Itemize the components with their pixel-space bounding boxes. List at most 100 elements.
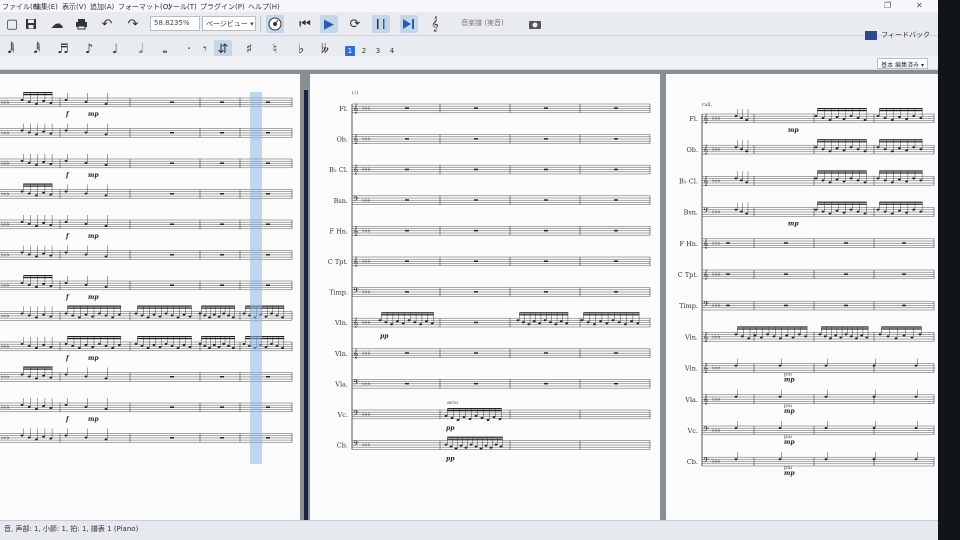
save-icon[interactable] bbox=[22, 15, 40, 33]
view-mode-select[interactable]: ページビュー ▾ bbox=[202, 16, 256, 31]
beam bbox=[67, 305, 122, 307]
dynamic-pp: pp bbox=[446, 425, 455, 432]
menu-view[interactable]: 表示(V) bbox=[62, 2, 86, 12]
notehead bbox=[593, 323, 596, 326]
whole-rest bbox=[544, 199, 548, 201]
notehead bbox=[824, 427, 828, 429]
notehead bbox=[734, 146, 738, 149]
play-icon[interactable]: ▶ bbox=[320, 15, 338, 33]
beam bbox=[447, 438, 503, 440]
whole-rest bbox=[220, 284, 224, 286]
notehead bbox=[469, 443, 473, 446]
beam bbox=[821, 328, 869, 330]
score-page-right[interactable]: rall. Fl. 𝄞 ♭♭♭ mp Ob. 𝄞 ♭♭♭ B♭ Cl. 𝄞 ♭♭♭ Bsn. 𝄢 ♭♭♭ m… bbox=[666, 74, 938, 520]
beam bbox=[881, 328, 922, 330]
loop-icon[interactable]: ⟳ bbox=[346, 15, 364, 33]
notehead bbox=[84, 131, 88, 134]
loop-in-icon[interactable] bbox=[372, 15, 390, 33]
notehead bbox=[828, 212, 832, 215]
notehead bbox=[35, 438, 38, 441]
score-canvas[interactable]: ♭♭♭ f mp ♭♭♭ ♭♭♭ f mp ♭♭♭ ♭♭♭ f mp ♭♭♭ ♭♭♭ f mp ♭♭♭ ♭♭♭ f… bbox=[0, 70, 938, 520]
key-signature: ♭♭♭ bbox=[1, 282, 10, 289]
instrument-label: F Hn. bbox=[330, 227, 349, 235]
menu-help[interactable]: ヘルプ(H) bbox=[248, 2, 280, 12]
notehead bbox=[844, 333, 848, 336]
notehead bbox=[444, 443, 448, 446]
notehead bbox=[905, 211, 908, 214]
notehead bbox=[468, 418, 472, 420]
dynamic-mp: mp bbox=[88, 416, 99, 423]
notehead bbox=[84, 344, 88, 346]
zoom-field[interactable]: 58.8235% bbox=[150, 16, 200, 31]
beam bbox=[879, 170, 923, 172]
notehead bbox=[480, 417, 484, 419]
voice-2-button[interactable]: 2 bbox=[359, 46, 369, 56]
notehead bbox=[745, 181, 749, 184]
score-page-middle[interactable]: (♩) Fl. 𝄞 ♭♭♭ Ob. 𝄞 ♭♭♭ B♭ Cl. 𝄞 ♭♭♭ Bsn. 𝄢 ♭♭♭ F Hn.… bbox=[310, 74, 660, 520]
concert-pitch-toggle[interactable]: 音楽譜 (実音) bbox=[458, 16, 518, 31]
camera-icon[interactable] bbox=[526, 15, 544, 33]
voice-1-button[interactable]: 1 bbox=[345, 46, 355, 56]
menu-format[interactable]: フォーマット(O) bbox=[118, 2, 171, 12]
beam bbox=[381, 314, 434, 316]
notehead bbox=[734, 208, 738, 211]
whole-rest bbox=[614, 168, 618, 171]
feedback-button[interactable]: フィードバック bbox=[865, 30, 930, 40]
notehead bbox=[745, 119, 749, 121]
whole-rest bbox=[170, 223, 174, 225]
loop-out-icon[interactable] bbox=[400, 15, 418, 33]
whole-rest bbox=[266, 101, 270, 103]
notehead bbox=[20, 190, 24, 193]
notehead bbox=[449, 445, 453, 448]
notehead bbox=[84, 375, 88, 378]
notehead bbox=[863, 150, 867, 153]
whole-rest bbox=[170, 132, 174, 134]
notehead bbox=[176, 347, 180, 349]
score-page-left[interactable]: ♭♭♭ f mp ♭♭♭ ♭♭♭ f mp ♭♭♭ ♭♭♭ f mp ♭♭♭ ♭♭♭ f mp ♭♭♭ ♭♭♭ f… bbox=[0, 74, 300, 520]
middle-page-score: (♩)Fl. 𝄞 ♭♭♭Ob. 𝄞 ♭♭♭B♭ Cl. 𝄞 ♭♭♭Bsn. 𝄢 ♭♭♭F Hn.… bbox=[328, 89, 651, 463]
new-icon[interactable]: ▢ bbox=[3, 15, 21, 33]
instrument-label: Vln. bbox=[334, 319, 348, 327]
dynamic-mp: mp bbox=[88, 355, 99, 362]
notehead bbox=[264, 315, 268, 318]
voice-3-button[interactable]: 3 bbox=[373, 46, 383, 56]
beam bbox=[23, 185, 53, 187]
notehead bbox=[104, 408, 108, 410]
close-window-icon[interactable]: ✕ bbox=[916, 1, 923, 10]
notehead bbox=[835, 209, 839, 212]
notehead bbox=[865, 336, 869, 339]
metronome-icon[interactable] bbox=[266, 15, 284, 33]
rewind-icon[interactable]: ⏮ bbox=[296, 15, 314, 33]
whole-rest bbox=[405, 291, 409, 293]
undo-icon[interactable]: ↶ bbox=[98, 15, 116, 33]
notehead bbox=[814, 115, 818, 117]
menu-edit[interactable]: 編集(E) bbox=[34, 2, 58, 12]
workspace-select[interactable]: 基本 編集済み ▾ bbox=[877, 58, 928, 69]
notehead bbox=[104, 164, 108, 166]
menu-add[interactable]: 追加(A) bbox=[90, 2, 114, 12]
notehead bbox=[104, 314, 108, 317]
notehead bbox=[912, 208, 916, 211]
redo-icon[interactable]: ↷ bbox=[124, 15, 142, 33]
instrument-label: C Tpt. bbox=[678, 271, 698, 279]
notehead bbox=[425, 320, 428, 323]
treble-clef: 𝄞 bbox=[703, 269, 708, 280]
cloud-upload-icon[interactable]: ☁ bbox=[48, 15, 66, 33]
notehead bbox=[499, 445, 503, 448]
print-icon[interactable] bbox=[72, 15, 90, 33]
notehead bbox=[462, 416, 466, 418]
voice-4-button[interactable]: 4 bbox=[387, 46, 397, 56]
bass-clef: 𝄢 bbox=[703, 456, 709, 467]
key-signature: ♭♭♭ bbox=[362, 350, 371, 357]
menu-tools[interactable]: ツール(T) bbox=[166, 2, 197, 12]
notehead bbox=[886, 335, 890, 338]
mixer-icon[interactable]: 𝄞 bbox=[426, 15, 444, 33]
restore-window-icon[interactable]: ❐ bbox=[884, 1, 891, 10]
notehead bbox=[35, 255, 38, 258]
menu-plugins[interactable]: プラグイン(P) bbox=[200, 2, 245, 12]
beam bbox=[23, 366, 53, 368]
notehead bbox=[42, 435, 45, 438]
whole-rest bbox=[614, 382, 618, 385]
notehead bbox=[104, 133, 108, 136]
notehead bbox=[856, 210, 860, 213]
